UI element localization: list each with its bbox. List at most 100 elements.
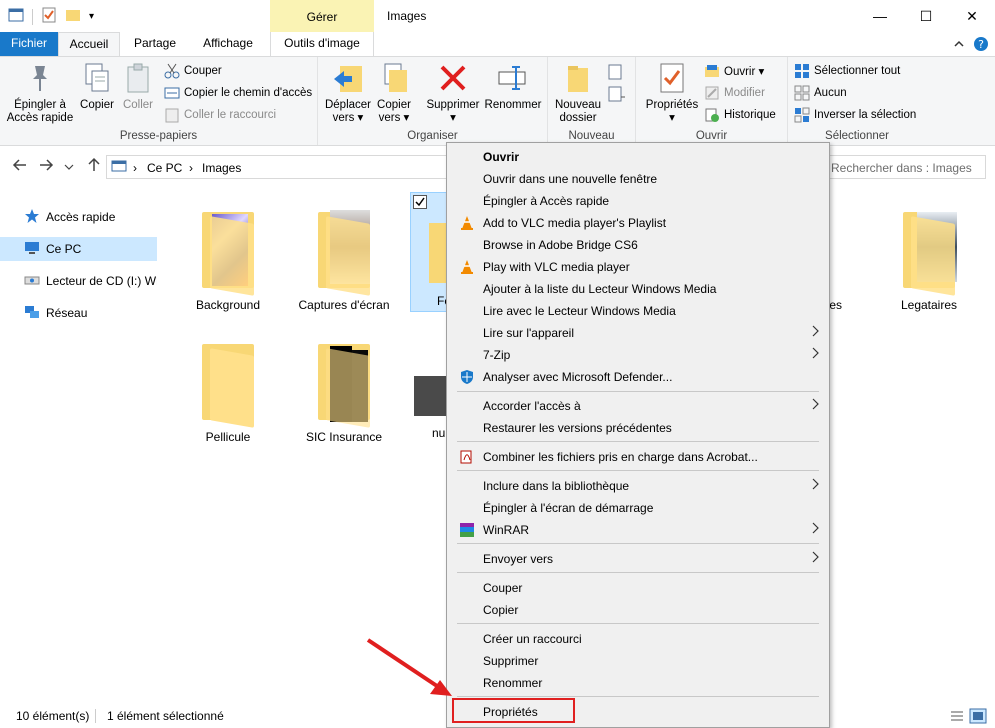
folder-legataires[interactable]: Legataires	[881, 200, 977, 312]
close-button[interactable]: ✕	[949, 0, 995, 32]
invert-selection-icon	[794, 107, 810, 123]
tab-view[interactable]: Affichage	[190, 32, 266, 56]
menu-item-creer-un-raccourci[interactable]: Créer un raccourci	[449, 628, 827, 650]
folder-pellicule[interactable]: Pellicule	[180, 332, 276, 444]
menu-item-ouvrir[interactable]: Ouvrir	[449, 146, 827, 168]
move-to-button[interactable]: Déplacer vers ▾	[322, 61, 374, 125]
select-none-button[interactable]: Aucun	[794, 85, 847, 101]
selection-count: 1 élément sélectionné	[107, 709, 224, 723]
context-tab-manage[interactable]: Gérer	[270, 0, 374, 32]
image-file-partial[interactable]: nu	[410, 370, 450, 450]
qat-dropdown-icon[interactable]: ▾	[89, 11, 94, 22]
tab-file[interactable]: Fichier	[0, 32, 58, 56]
menu-item-epingler-a-l-ecran-de-demarrage[interactable]: Épingler à l'écran de démarrage	[449, 497, 827, 519]
checkbox-checked-icon[interactable]	[413, 195, 427, 212]
menu-item-envoyer-vers[interactable]: Envoyer vers	[449, 548, 827, 570]
menu-item-combiner-les-fichiers-pris-en-charge-dans-acrobat[interactable]: Combiner les fichiers pris en charge dan…	[449, 446, 827, 468]
forward-arrow-icon[interactable]	[38, 157, 54, 177]
copy-to-button[interactable]: Copier vers ▾	[374, 61, 414, 125]
menu-item-7-zip[interactable]: 7-Zip	[449, 344, 827, 366]
details-view-icon[interactable]	[949, 708, 965, 727]
open-button[interactable]: Ouvrir ▾	[704, 63, 764, 79]
folder-screenshots[interactable]: Captures d'écran	[296, 200, 392, 312]
help-icon[interactable]: ?	[973, 36, 989, 55]
history-button[interactable]: Historique	[704, 107, 776, 123]
menu-item-label: Lire avec le Lecteur Windows Media	[483, 304, 676, 318]
copy-path-button[interactable]: Copier le chemin d'accès	[164, 85, 312, 101]
folder-selected[interactable]: Fe	[410, 192, 450, 312]
search-input[interactable]: Rechercher dans : Images	[826, 155, 986, 179]
back-arrow-icon[interactable]	[12, 157, 28, 177]
menu-item-lire-avec-le-lecteur-windows-media[interactable]: Lire avec le Lecteur Windows Media	[449, 300, 827, 322]
menu-item-browse-in-adobe-bridge-cs6[interactable]: Browse in Adobe Bridge CS6	[449, 234, 827, 256]
copy-button[interactable]: Copier	[76, 61, 118, 112]
large-icons-view-icon[interactable]	[969, 708, 987, 727]
menu-item-accorder-l-acces-a[interactable]: Accorder l'accès à	[449, 395, 827, 417]
maximize-button[interactable]: ☐	[903, 0, 949, 32]
clipboard-group: Épingler à Accès rapide Copier Coller Co…	[0, 57, 318, 145]
breadcrumb-separator[interactable]: ›	[133, 161, 137, 175]
cut-button[interactable]: Couper	[164, 63, 222, 79]
menu-item-analyser-avec-microsoft-defender[interactable]: Analyser avec Microsoft Defender...	[449, 366, 827, 388]
menu-separator	[457, 543, 819, 544]
menu-item-lire-sur-l-appareil[interactable]: Lire sur l'appareil	[449, 322, 827, 344]
delete-button[interactable]: Supprimer ▾	[422, 61, 484, 125]
menu-item-label: 7-Zip	[483, 348, 511, 362]
tab-picture-tools[interactable]: Outils d'image	[270, 32, 374, 56]
pin-quick-access-button[interactable]: Épingler à Accès rapide	[4, 61, 76, 125]
minimize-button[interactable]: —	[857, 0, 903, 32]
edit-button[interactable]: Modifier	[704, 85, 765, 101]
tab-home[interactable]: Accueil	[58, 32, 120, 56]
menu-item-couper[interactable]: Couper	[449, 577, 827, 599]
menu-item-inclure-dans-la-bibliotheque[interactable]: Inclure dans la bibliothèque	[449, 475, 827, 497]
paste-shortcut-button[interactable]: Coller le raccourci	[164, 107, 276, 123]
menu-item-ouvrir-dans-une-nouvelle-fenetre[interactable]: Ouvrir dans une nouvelle fenêtre	[449, 168, 827, 190]
breadcrumb-this-pc[interactable]: Ce PC	[147, 161, 182, 175]
menu-item-label: Envoyer vers	[483, 552, 554, 566]
menu-item-restaurer-les-versions-precedentes[interactable]: Restaurer les versions précédentes	[449, 417, 827, 439]
easy-access-icon[interactable]	[606, 85, 626, 106]
folder-background[interactable]: Background	[180, 200, 276, 312]
nav-item-quick-access[interactable]: Accès rapide	[0, 205, 157, 229]
group-label-organize: Organiser	[407, 130, 458, 142]
group-label-select: Sélectionner	[825, 130, 889, 142]
menu-item-ajouter-a-la-liste-du-lecteur-windows-media[interactable]: Ajouter à la liste du Lecteur Windows Me…	[449, 278, 827, 300]
folder-icon	[180, 200, 276, 296]
select-all-button[interactable]: Sélectionner tout	[794, 63, 900, 79]
nav-item-this-pc[interactable]: Ce PC	[0, 237, 157, 261]
nav-item-cd-drive[interactable]: Lecteur de CD (I:) WD	[0, 269, 157, 293]
chevron-up-icon[interactable]	[953, 38, 965, 53]
properties-check-icon[interactable]	[41, 7, 57, 26]
nav-item-network[interactable]: Réseau	[0, 301, 157, 325]
new-item-icon[interactable]	[606, 63, 626, 84]
recent-dropdown-icon[interactable]	[64, 159, 74, 176]
menu-item-label: Ouvrir dans une nouvelle fenêtre	[483, 172, 658, 186]
breadcrumb-separator[interactable]: ›	[189, 161, 193, 175]
menu-item-renommer[interactable]: Renommer	[449, 672, 827, 694]
menu-item-add-to-vlc-media-player-s-playlist[interactable]: Add to VLC media player's Playlist	[449, 212, 827, 234]
menu-item-supprimer[interactable]: Supprimer	[449, 650, 827, 672]
rename-button[interactable]: Renommer	[482, 61, 544, 112]
vlc-icon	[459, 215, 475, 231]
properties-button[interactable]: Propriétés ▾	[640, 61, 704, 125]
explorer-window-icon[interactable]	[8, 8, 24, 25]
up-arrow-icon[interactable]	[86, 157, 102, 177]
menu-item-winrar[interactable]: WinRAR	[449, 519, 827, 541]
invert-selection-button[interactable]: Inverser la sélection	[794, 107, 916, 123]
menu-item-copier[interactable]: Copier	[449, 599, 827, 621]
menu-item-play-with-vlc-media-player[interactable]: Play with VLC media player	[449, 256, 827, 278]
menu-item-epingler-a-acces-rapide[interactable]: Épingler à Accès rapide	[449, 190, 827, 212]
tab-share[interactable]: Partage	[124, 32, 186, 56]
menu-item-label: Analyser avec Microsoft Defender...	[483, 370, 673, 384]
paste-button[interactable]: Coller	[118, 61, 158, 112]
folder-sic-insurance[interactable]: SIC Insurance	[296, 332, 392, 444]
vlc-icon	[459, 259, 475, 275]
menu-item-label: Ajouter à la liste du Lecteur Windows Me…	[483, 282, 717, 296]
new-folder-icon[interactable]	[65, 7, 81, 26]
menu-item-label: Copier	[483, 603, 519, 617]
breadcrumb-images[interactable]: Images	[202, 161, 241, 175]
context-menu: Ouvrir Ouvrir dans une nouvelle fenêtre Ép…	[446, 142, 830, 728]
new-folder-button[interactable]: Nouveau dossier	[550, 61, 606, 125]
select-none-icon	[794, 85, 810, 101]
red-arrow-icon	[366, 638, 452, 696]
